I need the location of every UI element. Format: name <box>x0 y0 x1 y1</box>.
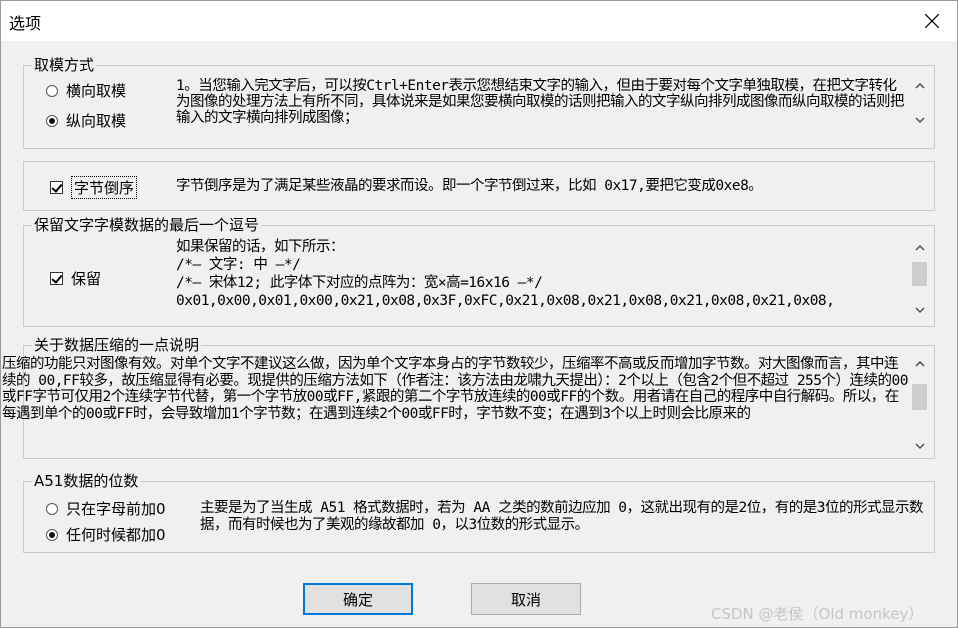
options-dialog: 选项 取模方式 横向取模 纵向取模 1。当您输入完文字后，可以按Ctrl+Ent… <box>0 0 958 628</box>
mode-scrollbar[interactable] <box>910 78 929 128</box>
close-icon <box>925 14 939 28</box>
radio-only-letter-label: 只在字母前加0 <box>66 500 166 518</box>
chevron-up-icon <box>914 83 925 89</box>
radio-always-label: 任何时候都加0 <box>66 526 166 544</box>
keep-comma-box <box>50 272 63 285</box>
compression-scroll-down[interactable] <box>910 438 929 454</box>
compression-scroll-up[interactable] <box>910 356 929 372</box>
chevron-up-icon <box>914 245 925 251</box>
chevron-down-icon <box>914 443 925 449</box>
keep-comma-example[interactable]: 如果保留的话，如下所示： /*— 文字: 中 —*/ /*— 宋体12; 此字体… <box>176 238 906 316</box>
radio-only-letter-indicator <box>46 502 58 515</box>
title-bar: 选项 <box>1 1 957 41</box>
example-line: 如果保留的话，如下所示： <box>176 239 345 255</box>
chevron-down-icon <box>914 117 925 123</box>
ok-button[interactable]: 确定 <box>303 583 413 615</box>
mode-group-legend: 取模方式 <box>32 55 97 75</box>
compression-legend: 关于数据压缩的一点说明 <box>32 335 202 355</box>
byte-reverse-group: 字节倒序 字节倒序是为了满足某些液晶的要求而设。即一个字节倒过来，比如 0x17… <box>23 161 935 211</box>
radio-always-indicator <box>46 528 58 541</box>
a51-legend: A51数据的位数 <box>32 471 141 491</box>
byte-reverse-box <box>50 181 63 194</box>
radio-vertical-indicator <box>46 114 58 127</box>
keep-comma-scroll-down[interactable] <box>910 302 929 318</box>
compression-scrollbar[interactable] <box>910 354 929 454</box>
keep-comma-scroll-thumb[interactable] <box>912 262 927 286</box>
mode-scroll-up[interactable] <box>910 78 929 94</box>
chevron-up-icon <box>914 361 925 367</box>
radio-only-letter[interactable]: 只在字母前加0 <box>46 498 166 519</box>
radio-vertical[interactable]: 纵向取模 <box>46 110 126 131</box>
a51-group: A51数据的位数 只在字母前加0 任何时候都加0 主要是为了当生成 A51 格式… <box>23 471 935 553</box>
mode-description[interactable]: 1。当您输入完文字后，可以按Ctrl+Enter表示您想结束文字的输入，但由于要… <box>176 78 906 128</box>
close-button[interactable] <box>907 1 957 41</box>
mode-group: 取模方式 横向取模 纵向取模 1。当您输入完文字后，可以按Ctrl+Enter表… <box>23 55 935 149</box>
keep-comma-legend: 保留文字字模数据的最后一个逗号 <box>32 215 262 235</box>
example-line: /*— 宋体12; 此字体下对应的点阵为：宽×高=16x16 —*/ <box>176 275 543 291</box>
watermark: CSDN @老侯（Old monkey） <box>711 605 924 623</box>
example-line: 0x01,0x00,0x01,0x00,0x21,0x08,0x3F,0xFC,… <box>176 293 835 309</box>
radio-horizontal-indicator <box>46 84 58 97</box>
keep-comma-scroll-up[interactable] <box>910 240 929 256</box>
mode-scroll-down[interactable] <box>910 112 929 128</box>
keep-comma-checkbox[interactable]: 保留 <box>50 268 101 289</box>
compression-group: 关于数据压缩的一点说明 压缩的功能只对图像有效。对单个文字不建议这么做，因为单个… <box>2 335 935 459</box>
radio-horizontal[interactable]: 横向取模 <box>46 80 126 101</box>
byte-reverse-label: 字节倒序 <box>71 176 138 199</box>
cancel-button[interactable]: 取消 <box>471 583 581 615</box>
keep-comma-group: 保留文字字模数据的最后一个逗号 保留 如果保留的话，如下所示： /*— 文字: … <box>23 215 935 327</box>
byte-reverse-description: 字节倒序是为了满足某些液晶的要求而设。即一个字节倒过来，比如 0x17,要把它变… <box>176 178 763 194</box>
radio-horizontal-label: 横向取模 <box>66 82 127 100</box>
keep-comma-label: 保留 <box>71 270 102 288</box>
keep-comma-scrollbar[interactable] <box>910 238 929 318</box>
window-title: 选项 <box>9 14 42 33</box>
example-line: /*— 文字: 中 —*/ <box>176 257 301 273</box>
byte-reverse-checkbox[interactable]: 字节倒序 <box>50 176 138 199</box>
a51-description: 主要是为了当生成 A51 格式数据时，若为 AA 之类的数前边应加 0，这就出现… <box>200 500 923 533</box>
chevron-down-icon <box>914 307 925 313</box>
radio-vertical-label: 纵向取模 <box>66 112 127 130</box>
compression-scroll-thumb[interactable] <box>912 384 927 410</box>
radio-always[interactable]: 任何时候都加0 <box>46 524 166 545</box>
compression-description[interactable]: 压缩的功能只对图像有效。对单个文字不建议这么做，因为单个文字本身占的字节数较少，… <box>2 356 908 452</box>
